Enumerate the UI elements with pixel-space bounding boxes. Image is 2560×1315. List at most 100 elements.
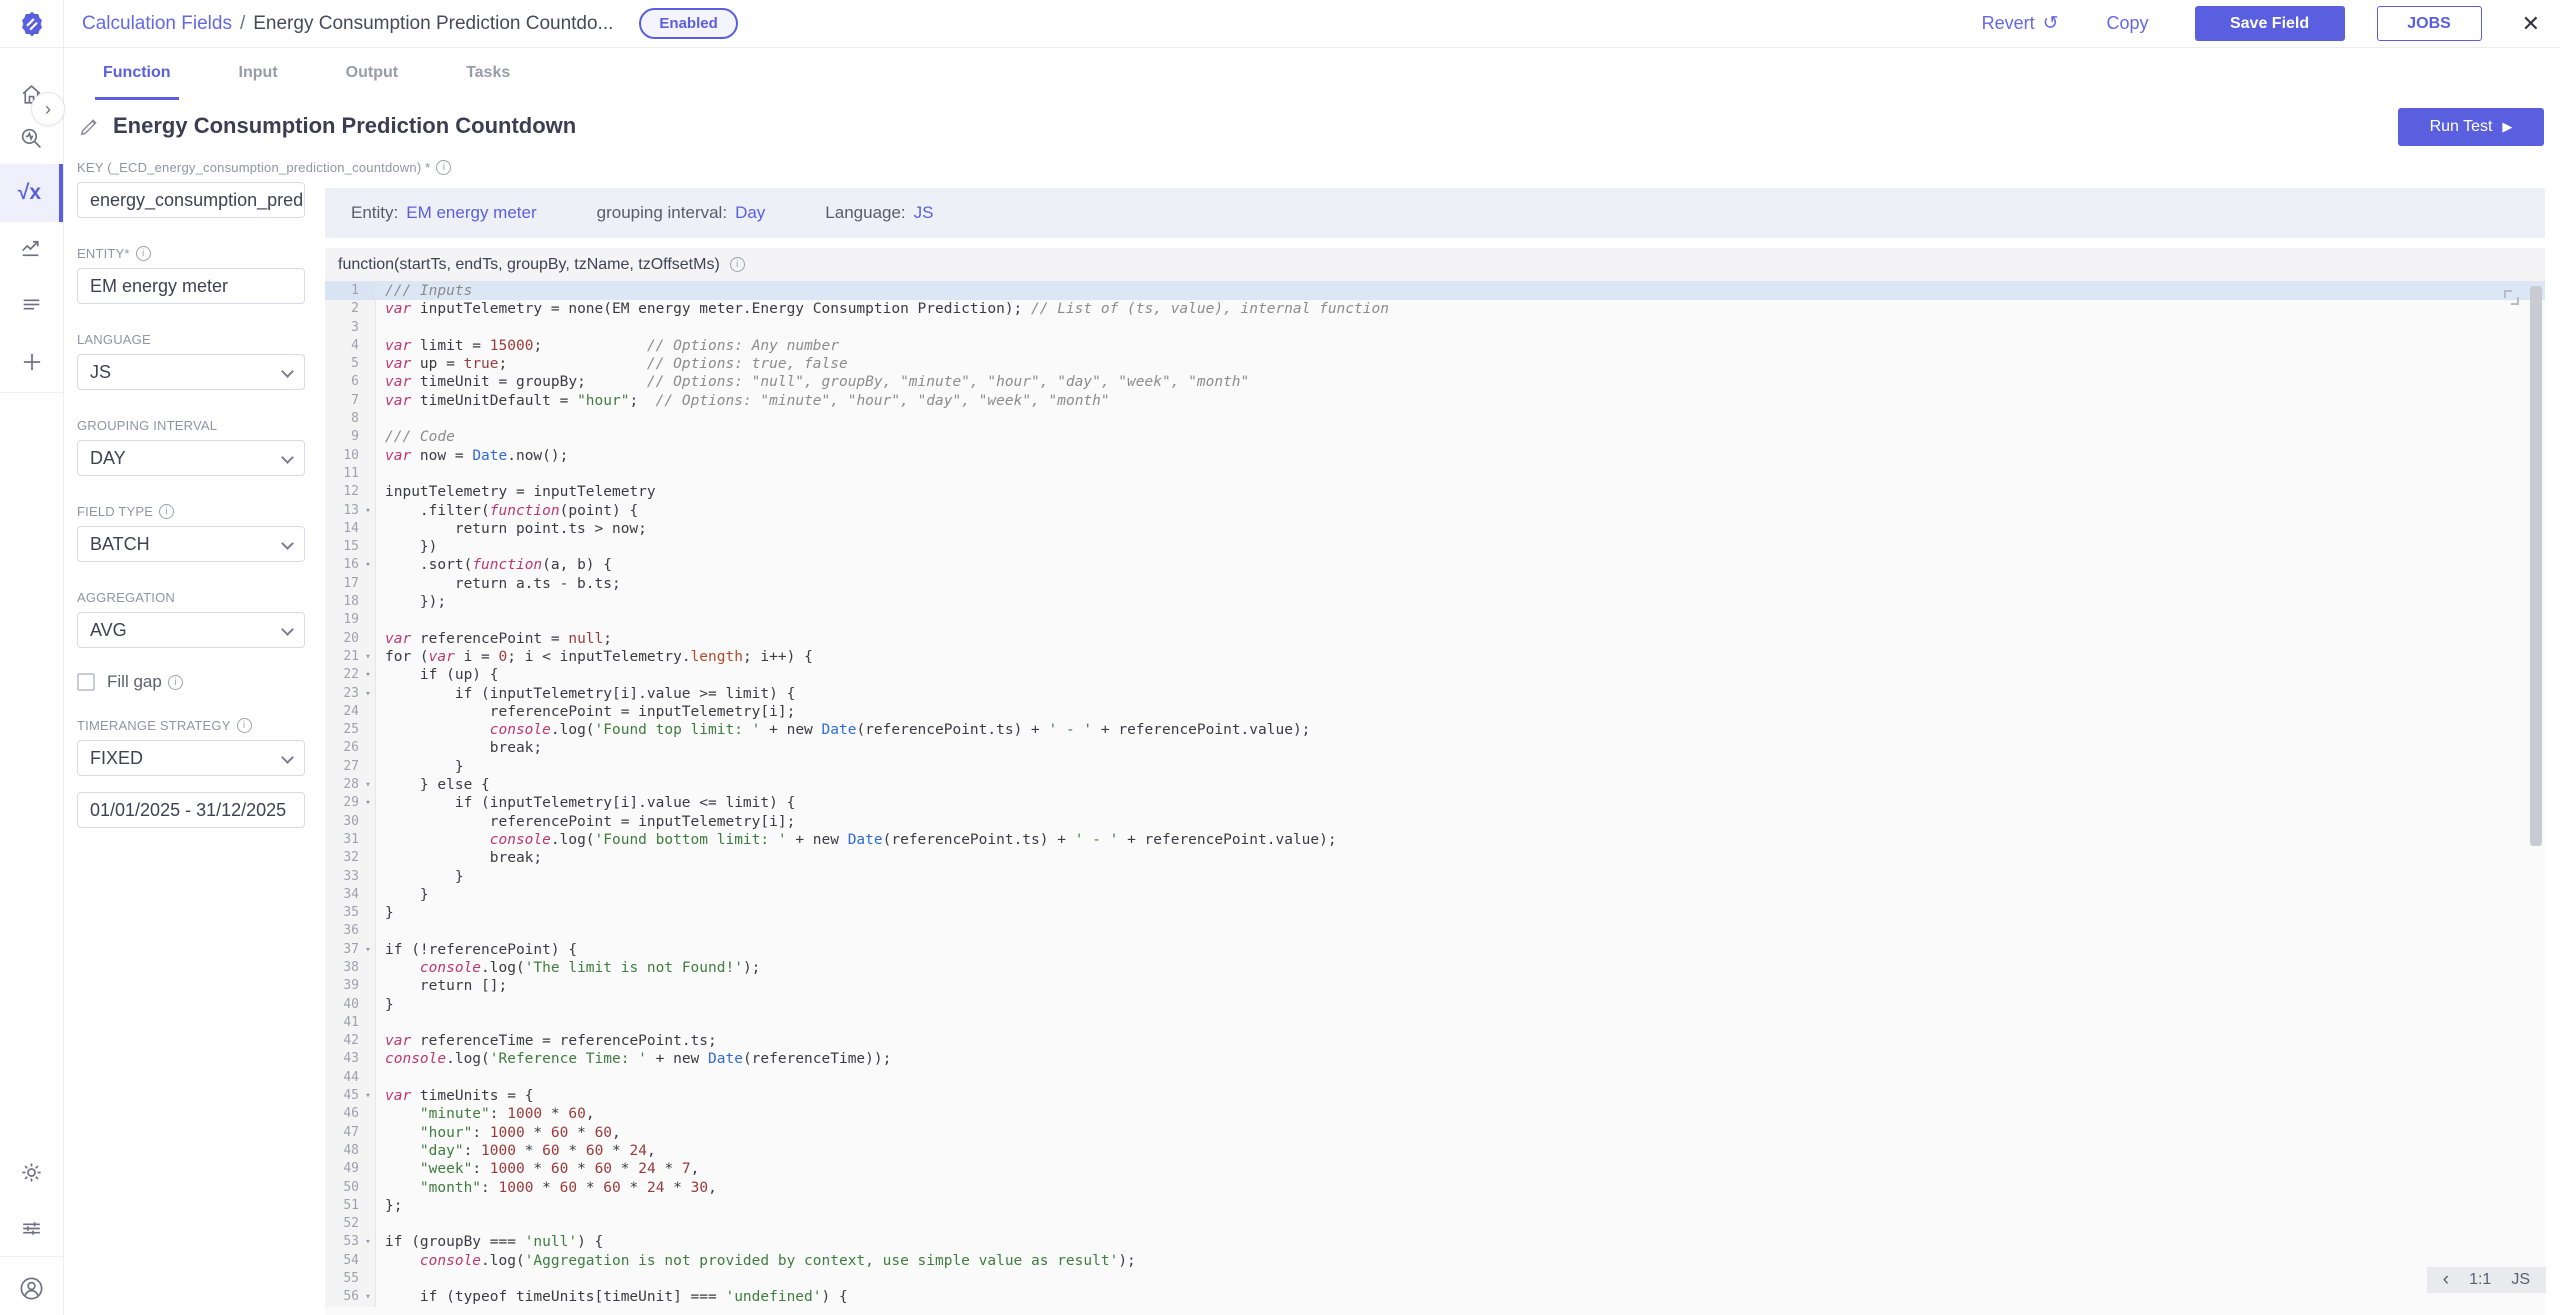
code-line[interactable]: 43console.log('Reference Time: ' + new D… — [325, 1050, 2545, 1068]
info-icon[interactable]: i — [436, 160, 451, 175]
grouping-interval-select[interactable]: DAY — [77, 440, 305, 476]
context-language-value[interactable]: JS — [914, 203, 934, 222]
jobs-button[interactable]: JOBS — [2377, 6, 2482, 41]
code-line[interactable]: 31 console.log('Found bottom limit: ' + … — [325, 831, 2545, 849]
code-line[interactable]: 1/// Inputs — [325, 282, 2545, 300]
code-line[interactable]: 5var up = true; // Options: true, false — [325, 355, 2545, 373]
code-line[interactable]: 15 }) — [325, 538, 2545, 556]
code-line[interactable]: 28▾ } else { — [325, 776, 2545, 794]
code-line[interactable]: 9/// Code — [325, 428, 2545, 446]
editor-scrollbar[interactable] — [2530, 286, 2542, 846]
info-icon[interactable]: i — [730, 257, 745, 272]
code-line[interactable]: 12inputTelemetry = inputTelemetry — [325, 483, 2545, 501]
collapse-chevron-icon[interactable]: ‹ — [2443, 1269, 2449, 1291]
zoom-level[interactable]: 1:1 — [2469, 1271, 2491, 1289]
fullscreen-icon[interactable] — [2504, 290, 2519, 305]
code-line[interactable]: 20var referencePoint = null; — [325, 630, 2545, 648]
context-entity-value[interactable]: EM energy meter — [406, 203, 536, 222]
sidebar-item-settings[interactable] — [0, 1144, 63, 1200]
code-line[interactable]: 48 "day": 1000 * 60 * 60 * 24, — [325, 1142, 2545, 1160]
code-line[interactable]: 39 return []; — [325, 977, 2545, 995]
code-line[interactable]: 21▾for (var i = 0; i < inputTelemetry.le… — [325, 648, 2545, 666]
fold-arrow-icon[interactable]: ▾ — [361, 685, 376, 703]
code-line[interactable]: 7var timeUnitDefault = "hour"; // Option… — [325, 392, 2545, 410]
sidebar-item-list[interactable] — [0, 276, 63, 332]
code-line[interactable]: 8 — [325, 410, 2545, 428]
code-line[interactable]: 13▾ .filter(function(point) { — [325, 502, 2545, 520]
tab-output[interactable]: Output — [338, 48, 406, 100]
code-line[interactable]: 29▾ if (inputTelemetry[i].value <= limit… — [325, 794, 2545, 812]
code-line[interactable]: 55 — [325, 1270, 2545, 1288]
code-line[interactable]: 44 — [325, 1069, 2545, 1087]
code-line[interactable]: 23▾ if (inputTelemetry[i].value >= limit… — [325, 685, 2545, 703]
fold-arrow-icon[interactable]: ▾ — [361, 1087, 376, 1105]
revert-button[interactable]: Revert ↺ — [1982, 12, 2059, 35]
fold-arrow-icon[interactable]: ▾ — [361, 776, 376, 794]
code-line[interactable]: 54 console.log('Aggregation is not provi… — [325, 1252, 2545, 1270]
save-field-button[interactable]: Save Field — [2195, 6, 2345, 41]
code-line[interactable]: 53▾if (groupBy === 'null') { — [325, 1233, 2545, 1251]
sidebar-item-calculation-fields[interactable]: √x — [0, 164, 63, 222]
code-line[interactable]: 37▾if (!referencePoint) { — [325, 941, 2545, 959]
code-line[interactable]: 19 — [325, 611, 2545, 629]
edit-pencil-icon[interactable] — [79, 115, 101, 137]
code-line[interactable]: 51}; — [325, 1197, 2545, 1215]
info-icon[interactable]: i — [168, 675, 183, 690]
tab-function[interactable]: Function — [95, 48, 179, 100]
sidebar-item-account[interactable] — [0, 1260, 63, 1315]
code-line[interactable]: 56▾ if (typeof timeUnits[timeUnit] === '… — [325, 1288, 2545, 1306]
breadcrumb-link[interactable]: Calculation Fields — [82, 13, 232, 35]
fold-arrow-icon[interactable]: ▾ — [361, 941, 376, 959]
code-line[interactable]: 18 }); — [325, 593, 2545, 611]
code-line[interactable]: 30 referencePoint = inputTelemetry[i]; — [325, 813, 2545, 831]
code-line[interactable]: 22▾ if (up) { — [325, 666, 2545, 684]
fold-arrow-icon[interactable]: ▾ — [361, 794, 376, 812]
code-line[interactable]: 17 return a.ts - b.ts; — [325, 575, 2545, 593]
code-line[interactable]: 47 "hour": 1000 * 60 * 60, — [325, 1124, 2545, 1142]
key-input[interactable]: energy_consumption_predicti — [77, 182, 305, 218]
code-line[interactable]: 4var limit = 15000; // Options: Any numb… — [325, 337, 2545, 355]
entity-input[interactable]: EM energy meter — [77, 268, 305, 304]
sidebar-item-preferences[interactable] — [0, 1200, 63, 1256]
code-line[interactable]: 14 return point.ts > now; — [325, 520, 2545, 538]
code-line[interactable]: 34 } — [325, 886, 2545, 904]
code-editor[interactable]: 1/// Inputs2var inputTelemetry = none(EM… — [325, 282, 2545, 1315]
fold-arrow-icon[interactable]: ▾ — [361, 1233, 376, 1251]
code-line[interactable]: 3 — [325, 319, 2545, 337]
context-grouping-value[interactable]: Day — [735, 203, 765, 222]
code-line[interactable]: 41 — [325, 1014, 2545, 1032]
info-icon[interactable]: i — [159, 504, 174, 519]
code-line[interactable]: 16▾ .sort(function(a, b) { — [325, 556, 2545, 574]
fill-gap-checkbox[interactable] — [77, 673, 95, 691]
timerange-strategy-select[interactable]: FIXED — [77, 740, 305, 776]
code-line[interactable]: 11 — [325, 465, 2545, 483]
code-line[interactable]: 26 break; — [325, 739, 2545, 757]
code-line[interactable]: 35} — [325, 904, 2545, 922]
info-icon[interactable]: i — [136, 246, 151, 261]
copy-button[interactable]: Copy — [2107, 13, 2149, 34]
close-icon[interactable]: ✕ — [2522, 11, 2540, 37]
code-line[interactable]: 2var inputTelemetry = none(EM energy met… — [325, 300, 2545, 318]
code-line[interactable]: 27 } — [325, 758, 2545, 776]
code-line[interactable]: 24 referencePoint = inputTelemetry[i]; — [325, 703, 2545, 721]
fold-arrow-icon[interactable]: ▾ — [361, 1288, 376, 1306]
code-line[interactable]: 36 — [325, 922, 2545, 940]
run-test-button[interactable]: Run Test ▶ — [2398, 108, 2544, 146]
fold-arrow-icon[interactable]: ▾ — [361, 502, 376, 520]
app-logo[interactable] — [0, 0, 64, 48]
info-icon[interactable]: i — [237, 718, 252, 733]
code-line[interactable]: 25 console.log('Found top limit: ' + new… — [325, 721, 2545, 739]
fold-arrow-icon[interactable]: ▾ — [361, 666, 376, 684]
expand-sidebar-button[interactable]: › — [31, 92, 65, 126]
code-line[interactable]: 38 console.log('The limit is not Found!'… — [325, 959, 2545, 977]
language-select[interactable]: JS — [77, 354, 305, 390]
field-type-select[interactable]: BATCH — [77, 526, 305, 562]
code-line[interactable]: 50 "month": 1000 * 60 * 60 * 24 * 30, — [325, 1179, 2545, 1197]
fold-arrow-icon[interactable]: ▾ — [361, 556, 376, 574]
date-range-input[interactable]: 01/01/2025 - 31/12/2025 — [77, 792, 305, 828]
fold-arrow-icon[interactable]: ▾ — [361, 648, 376, 666]
aggregation-select[interactable]: AVG — [77, 612, 305, 648]
code-line[interactable]: 49 "week": 1000 * 60 * 60 * 24 * 7, — [325, 1160, 2545, 1178]
code-line[interactable]: 45▾var timeUnits = { — [325, 1087, 2545, 1105]
tab-input[interactable]: Input — [231, 48, 286, 100]
